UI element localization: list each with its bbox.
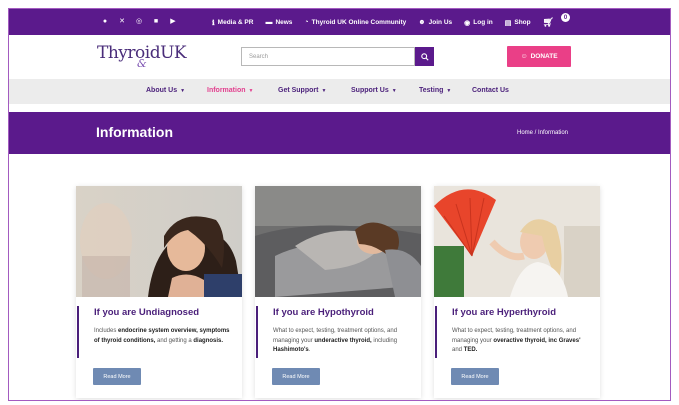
join-us-link[interactable]: ☻ Join Us [418,19,452,26]
media-pr-link[interactable]: ℹ Media & PR [212,19,253,27]
nav-item-about-us[interactable]: About Us ▼ [146,87,185,94]
chevron-down-icon: ▼ [321,88,327,94]
read-more-button[interactable]: Read More [451,368,499,385]
main-nav: About Us ▼ Information ▼ Get Support ▼ Supp… [9,79,670,104]
read-more-button[interactable]: Read More [272,368,320,385]
linkedin-icon[interactable]: ■ [152,17,160,25]
search-placeholder: Search [249,54,269,60]
page-banner: Information Home / Information [9,112,670,154]
shop-icon: ▤ [504,19,512,27]
breadcrumb[interactable]: Home / Information [517,130,568,136]
card-image-woman-sleeping [255,186,421,297]
community-link[interactable]: ◔ Thyroid UK Online Community [304,19,406,26]
chevron-down-icon: ▼ [248,88,254,94]
cart-link[interactable]: 🛒︎ [543,17,554,28]
nav-label: Testing [419,87,444,94]
card-undiagnosed: If you are Undiagnosed Includes endocrin… [76,186,242,398]
nav-item-testing[interactable]: Testing ▼ [419,87,451,94]
news-link[interactable]: ▬ News [265,19,292,26]
search-button[interactable] [415,47,434,66]
community-label: Thyroid UK Online Community [311,19,407,26]
x-icon[interactable]: ✕ [118,17,126,25]
card-image-woman-thinking [76,186,242,297]
site-header: ThyroidUK & Search ☺ DONATE [9,35,670,79]
instagram-icon[interactable]: ◎ [135,17,143,25]
shop-link[interactable]: ▤ Shop [505,19,531,27]
social-links: ● ✕ ◎ ■ ▶ [101,17,177,26]
donate-icon: ☺ [520,53,528,60]
facebook-icon[interactable]: ● [101,17,109,25]
chevron-down-icon: ▼ [180,88,186,94]
info-icon: ℹ [212,19,215,27]
cart-icon: 🛒︎ [542,17,555,27]
logo-uk: UK [160,43,187,63]
card-description: What to expect, testing, treatment optio… [452,328,581,353]
nav-label: Get Support [278,87,319,94]
log-in-label: Log in [473,19,493,26]
search-input[interactable]: Search [241,47,415,66]
newspaper-icon: ▬ [265,19,273,26]
nav-label: Information [207,87,246,94]
donate-button[interactable]: ☺ DONATE [507,46,571,67]
card-description: Includes endocrine system overview, symp… [94,328,230,344]
nav-item-support-us[interactable]: Support Us ▼ [351,87,397,94]
page-frame: ● ✕ ◎ ■ ▶ ℹ Media & PR ▬ News ◔ Thyroid UK … [8,8,671,401]
card-hyperthyroid: If you are Hyperthyroid What to expect, … [434,186,600,398]
nav-item-get-support[interactable]: Get Support ▼ [278,87,326,94]
youtube-icon[interactable]: ▶ [169,17,177,25]
log-in-link[interactable]: ◉ Log in [464,19,493,27]
nav-label: About Us [146,87,178,94]
logo-text: Thyroid [97,43,161,63]
shop-label: Shop [514,19,531,26]
thyroid-uk-logo[interactable]: ThyroidUK & [97,43,187,70]
nav-label: Contact Us [472,87,509,94]
card-accent-bar [256,306,258,358]
cart-count-badge: 0 [561,13,570,22]
card-image-woman-fan [434,186,600,297]
nav-item-contact-us[interactable]: Contact Us [472,87,509,94]
page-title: Information [96,124,173,140]
people-icon: ☻ [418,19,426,26]
top-bar: ● ✕ ◎ ■ ▶ ℹ Media & PR ▬ News ◔ Thyroid UK … [9,9,670,35]
nav-item-information[interactable]: Information ▼ [207,87,253,94]
top-links: ℹ Media & PR ▬ News ◔ Thyroid UK Online Com… [212,17,554,28]
card-accent-bar [77,306,79,358]
user-icon: ◉ [464,19,471,27]
search-icon [420,52,429,61]
donate-label: DONATE [530,53,558,60]
card-title[interactable]: If you are Hypothyroid [273,307,374,318]
chat-icon: ◔ [304,19,309,26]
card-description: What to expect, testing, treatment optio… [273,328,398,353]
chevron-down-icon: ▼ [446,88,452,94]
chevron-down-icon: ▼ [391,88,397,94]
logo-ampersand: & [137,57,147,70]
card-hypothyroid: If you are Hypothyroid What to expect, t… [255,186,421,398]
card-accent-bar [435,306,437,358]
card-title[interactable]: If you are Undiagnosed [94,307,199,318]
media-pr-label: Media & PR [217,19,254,26]
join-us-label: Join Us [428,19,453,26]
nav-label: Support Us [351,87,389,94]
news-label: News [275,19,293,26]
card-title[interactable]: If you are Hyperthyroid [452,307,556,318]
read-more-button[interactable]: Read More [93,368,141,385]
